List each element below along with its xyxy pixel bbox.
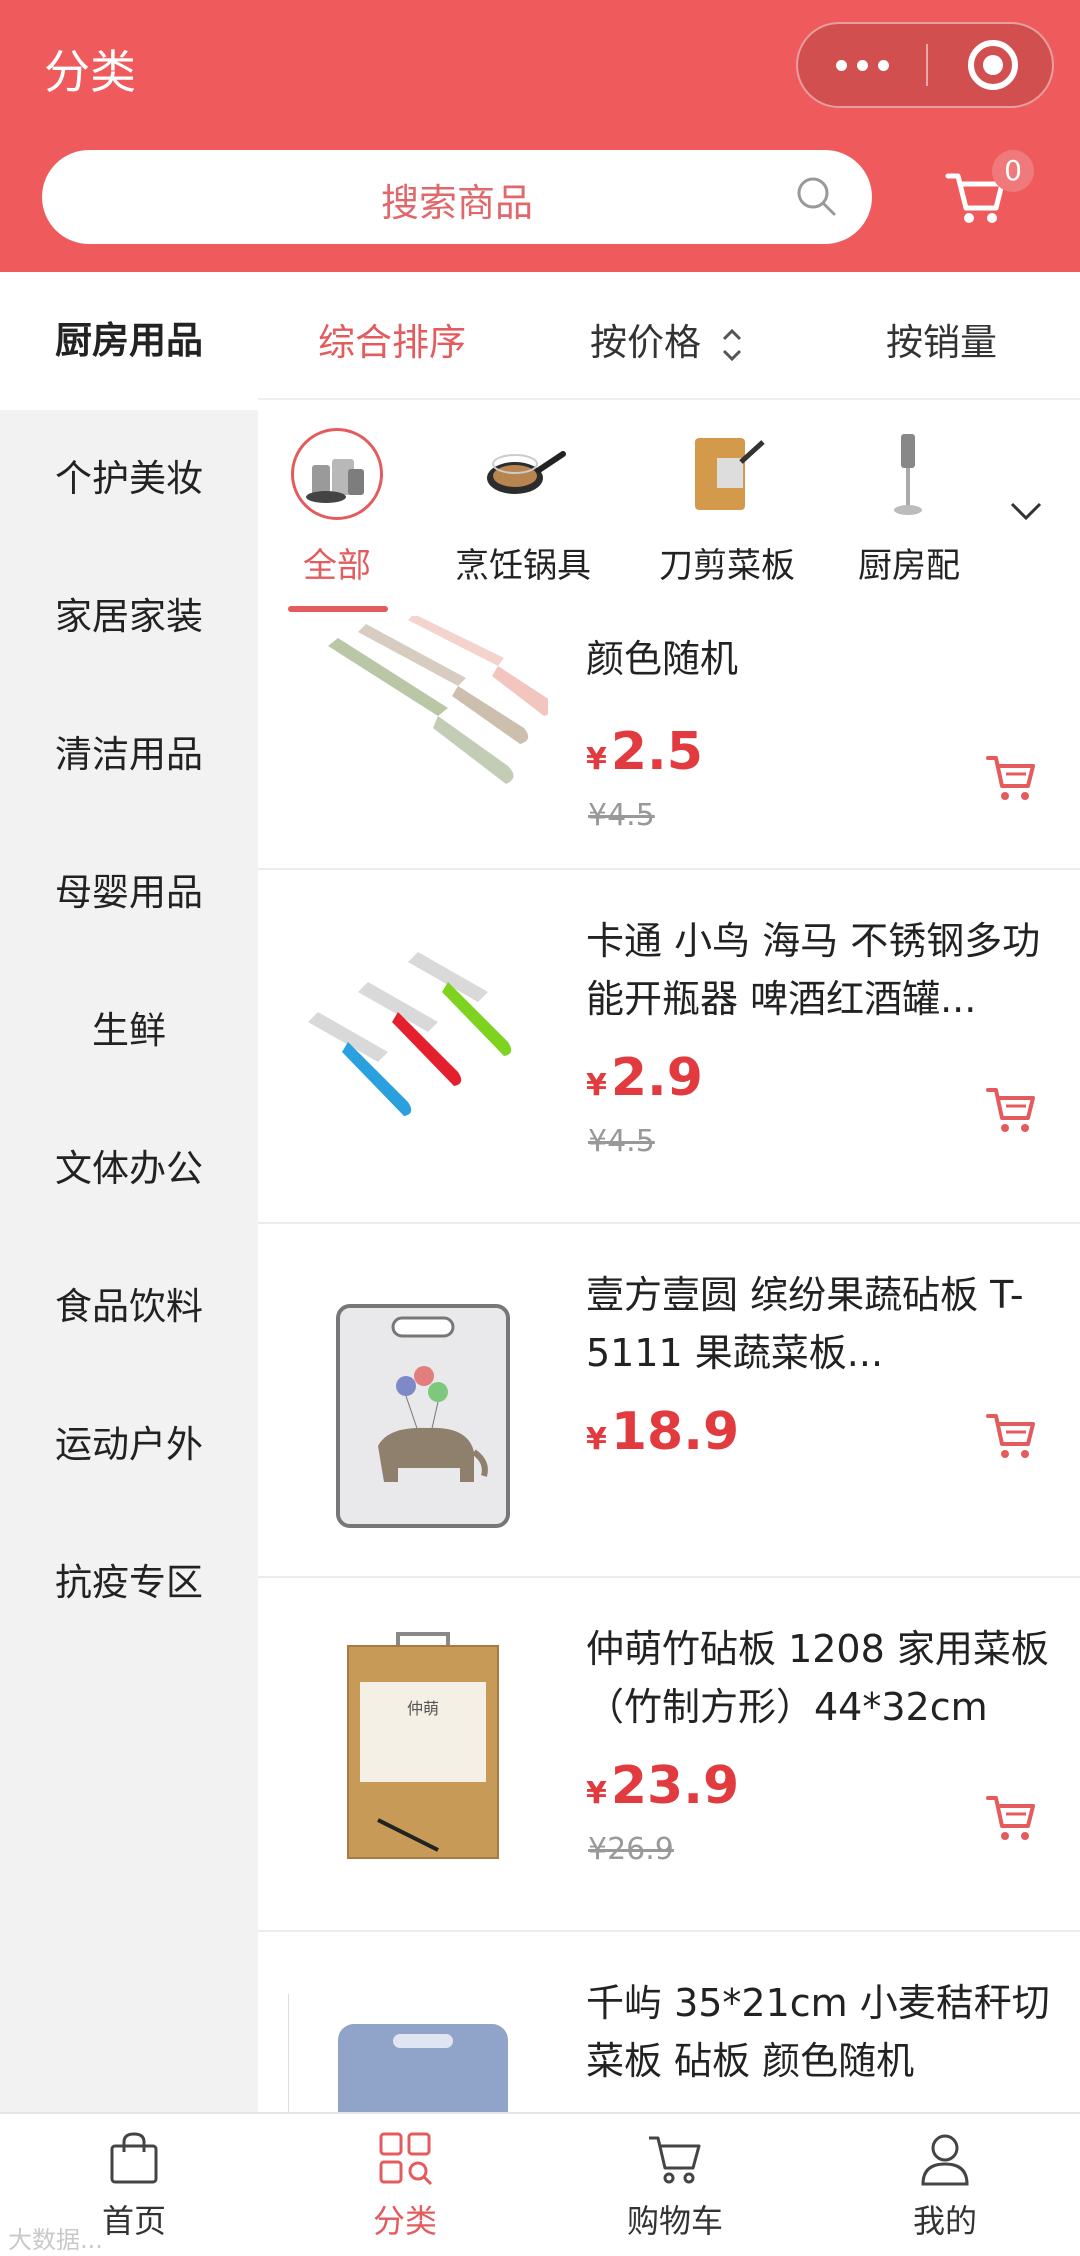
product-card[interactable]: 颜色随机 ¥2.5 ¥4.5: [258, 616, 1080, 870]
sidebar-item-sports[interactable]: 运动户外: [0, 1376, 258, 1514]
product-image: 仲萌: [347, 1632, 499, 1859]
tab-label: 分类: [372, 2202, 437, 2240]
add-to-cart-icon[interactable]: [984, 1790, 1038, 1844]
sidebar-item-epidemic[interactable]: 抗疫专区: [0, 1514, 258, 1652]
product-card[interactable]: 仲萌 仲萌竹砧板 1208 家用菜板（竹制方形）44*32cm ¥23.9 ¥2…: [258, 1580, 1080, 1932]
product-price: ¥23.9: [586, 1756, 739, 1816]
kitchen-utensils-icon: [863, 428, 955, 520]
tab-cart[interactable]: 购物车: [575, 2128, 775, 2242]
cart-badge: 0: [992, 150, 1034, 192]
sort-price-label: 按价格: [590, 321, 701, 364]
sidebar-item-kitchen[interactable]: 厨房用品: [0, 272, 258, 410]
subcategory-label: 全部: [303, 546, 371, 586]
product-card[interactable]: 壹方壹圆 缤纷果蔬砧板 T-5111 果蔬菜板... ¥18.9: [258, 1226, 1080, 1578]
sort-overall[interactable]: 综合排序: [318, 312, 466, 366]
currency-symbol: ¥: [586, 742, 607, 777]
active-subcategory-indicator: [288, 606, 388, 612]
add-to-cart-icon[interactable]: [984, 1082, 1038, 1136]
sidebar-item-fresh[interactable]: 生鲜: [0, 962, 258, 1100]
cart-icon: [649, 2136, 701, 2184]
currency-symbol: ¥: [586, 1068, 607, 1103]
search-icon: [797, 177, 836, 216]
product-panel: 综合排序 按价格 按销量 全部 烹饪锅具 刀剪菜板 厨房配 颜色随机 ¥2.5 …: [258, 272, 1080, 2112]
product-image: [336, 1304, 510, 1528]
product-title: 千屿 35*21cm 小麦秸秆切菜板 砧板 颜色随机: [586, 1981, 1050, 2083]
product-title: 颜色随机: [586, 637, 739, 681]
bottom-tab-bar: 首页 分类 购物车 我的: [0, 2112, 1080, 2256]
sort-arrows-icon: [722, 328, 741, 361]
product-title: 仲萌竹砧板 1208 家用菜板（竹制方形）44*32cm: [586, 1627, 1049, 1729]
category-sidebar: 厨房用品 个护美妆 家居家装 清洁用品 母婴用品 生鲜 文体办公 食品饮料 运动…: [0, 272, 258, 2112]
price-value: 2.5: [610, 722, 703, 782]
sort-price[interactable]: 按价格: [590, 312, 743, 366]
knife-board-icon: [681, 428, 773, 520]
tab-label: 我的: [912, 2202, 977, 2240]
page-title: 分类: [44, 45, 136, 99]
user-icon: [921, 2134, 969, 2186]
sort-bar: 综合排序 按价格 按销量: [258, 272, 1080, 400]
subcategory-knives-boards[interactable]: 刀剪菜板: [642, 428, 812, 587]
product-price: ¥2.9: [586, 1048, 703, 1108]
sidebar-item-stationery[interactable]: 文体办公: [0, 1100, 258, 1238]
search-input[interactable]: 搜索商品: [42, 150, 872, 244]
product-title: 卡通 小鸟 海马 不锈钢多功能开瓶器 啤酒红酒罐...: [586, 919, 1041, 1021]
sidebar-item-food[interactable]: 食品饮料: [0, 1238, 258, 1376]
category-grid-icon: [379, 2132, 433, 2186]
price-value: 23.9: [610, 1756, 740, 1816]
add-to-cart-icon[interactable]: [984, 1408, 1038, 1462]
subcategory-cookware[interactable]: 烹饪锅具: [438, 428, 608, 587]
subcategory-label: 烹饪锅具: [455, 546, 591, 586]
original-price: ¥26.9: [588, 1832, 674, 1867]
product-image: [328, 616, 548, 784]
original-price: ¥4.5: [588, 798, 655, 833]
price-value: 2.9: [610, 1048, 703, 1108]
sidebar-item-home[interactable]: 家居家装: [0, 548, 258, 686]
sidebar-item-baby[interactable]: 母婴用品: [0, 824, 258, 962]
tab-profile[interactable]: 我的: [845, 2128, 1045, 2242]
product-brand-text: 仲萌: [407, 1699, 439, 1718]
currency-symbol: ¥: [586, 1422, 607, 1457]
kitchenware-set-icon: [291, 428, 383, 520]
price-value: 18.9: [610, 1402, 740, 1462]
subcategory-row: 全部 烹饪锅具 刀剪菜板 厨房配: [258, 402, 1080, 620]
product-image: [308, 952, 512, 1116]
add-to-cart-icon[interactable]: [984, 750, 1038, 804]
watermark: 大数据...: [8, 2226, 103, 2254]
tab-label: 购物车: [626, 2202, 723, 2240]
subcategory-label: 厨房配: [858, 546, 960, 586]
chevron-down-icon[interactable]: [1006, 496, 1046, 526]
subcategory-kitchen-accessories[interactable]: 厨房配: [824, 428, 994, 587]
close-mini-program-icon[interactable]: [968, 40, 1018, 90]
frying-pan-icon: [477, 428, 569, 520]
sidebar-item-cleaning[interactable]: 清洁用品: [0, 686, 258, 824]
original-price: ¥4.5: [588, 1124, 655, 1159]
product-image: [288, 1994, 508, 2112]
subcategory-all[interactable]: 全部: [258, 428, 422, 587]
more-menu-button[interactable]: [798, 24, 926, 106]
product-price: ¥2.5: [586, 722, 703, 782]
product-title: 壹方壹圆 缤纷果蔬砧板 T-5111 果蔬菜板...: [586, 1273, 1024, 1375]
currency-symbol: ¥: [586, 1776, 607, 1811]
header: 分类 搜索商品 0: [0, 0, 1080, 272]
sidebar-item-personal-care[interactable]: 个护美妆: [0, 410, 258, 548]
shopping-bag-icon: [110, 2132, 158, 2184]
tab-category[interactable]: 分类: [305, 2128, 505, 2242]
product-price: ¥18.9: [586, 1402, 739, 1462]
sort-sales[interactable]: 按销量: [886, 312, 997, 366]
subcategory-label: 刀剪菜板: [659, 546, 795, 586]
mini-program-capsule: [796, 22, 1054, 108]
product-card[interactable]: 千屿 35*21cm 小麦秸秆切菜板 砧板 颜色随机: [258, 1934, 1080, 2112]
search-placeholder: 搜索商品: [380, 181, 533, 225]
product-card[interactable]: 卡通 小鸟 海马 不锈钢多功能开瓶器 啤酒红酒罐... ¥2.9 ¥4.5: [258, 872, 1080, 1224]
